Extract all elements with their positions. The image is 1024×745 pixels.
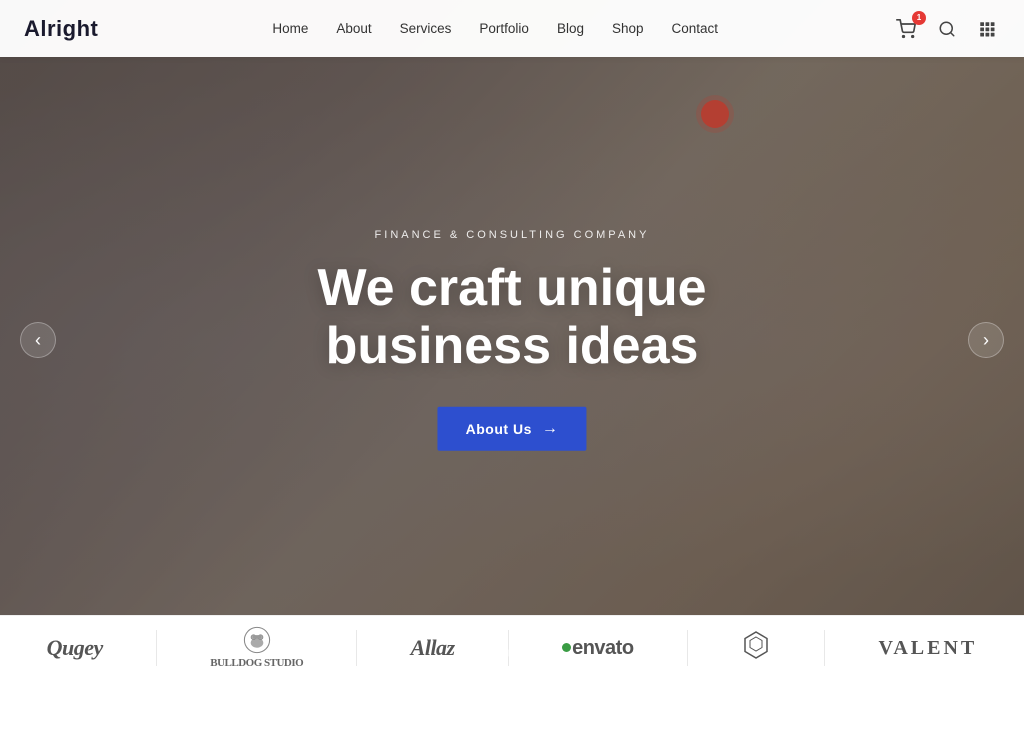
bulldog-icon xyxy=(243,626,271,654)
left-arrow-icon: ‹ xyxy=(35,330,41,351)
hero-prev-button[interactable]: ‹ xyxy=(20,322,56,358)
hero-content: Finance & Consulting Company We craft un… xyxy=(317,229,706,451)
hero-section: Finance & Consulting Company We craft un… xyxy=(0,0,1024,680)
nav-item-home[interactable]: Home xyxy=(272,20,308,38)
navbar-icons: 1 xyxy=(892,15,1000,43)
logo-separator-5 xyxy=(824,630,825,666)
hero-dot-1[interactable] xyxy=(487,648,497,658)
hero-dot-3[interactable] xyxy=(527,648,537,658)
nav-item-blog[interactable]: Blog xyxy=(557,20,584,38)
nav-item-shop[interactable]: Shop xyxy=(612,20,644,38)
hero-title-line1: We craft unique xyxy=(317,259,706,317)
grid-menu-button[interactable] xyxy=(974,16,1000,42)
right-arrow-icon: › xyxy=(983,330,989,351)
site-logo[interactable]: Alright xyxy=(24,16,98,42)
cart-button[interactable]: 1 xyxy=(892,15,920,43)
logo-separator-4 xyxy=(687,630,688,666)
logo-valent: VALENT xyxy=(879,637,978,660)
hero-dot-decoration xyxy=(701,100,729,128)
hero-cta-label: About Us xyxy=(466,421,532,437)
logo-bulldog: BULLDOG STUDIO xyxy=(210,626,303,670)
hero-cta-button[interactable]: About Us → xyxy=(438,407,587,451)
logo-hex xyxy=(741,630,771,667)
hero-slide-dots xyxy=(487,648,537,658)
hero-title-line2: business ideas xyxy=(326,317,699,375)
hero-dot-2[interactable] xyxy=(507,648,517,658)
logo-separator-1 xyxy=(156,630,157,666)
hex-logo-icon xyxy=(741,630,771,660)
navbar: Alright Home About Services Portfolio Bl… xyxy=(0,0,1024,57)
logo-qugey: Qugey xyxy=(47,635,103,661)
search-icon xyxy=(938,20,956,38)
nav-item-contact[interactable]: Contact xyxy=(672,20,719,38)
cart-icon-wrap[interactable]: 1 xyxy=(892,15,920,43)
red-dot xyxy=(701,100,729,128)
nav-item-services[interactable]: Services xyxy=(400,20,452,38)
hero-title: We craft unique business ideas xyxy=(317,259,706,375)
logo-separator-2 xyxy=(356,630,357,666)
envato-dot-icon xyxy=(562,643,571,652)
hero-next-button[interactable]: › xyxy=(968,322,1004,358)
hero-cta-arrow: → xyxy=(542,420,559,438)
logo-allaz: Allaz xyxy=(411,635,455,661)
hero-subtitle: Finance & Consulting Company xyxy=(317,229,706,241)
logo-envato: envato xyxy=(562,637,633,660)
search-button[interactable] xyxy=(934,16,960,42)
grid-icon xyxy=(978,20,996,38)
nav-item-about[interactable]: About xyxy=(336,20,371,38)
main-nav: Home About Services Portfolio Blog Shop … xyxy=(272,20,718,38)
cart-badge: 1 xyxy=(912,11,926,25)
nav-item-portfolio[interactable]: Portfolio xyxy=(479,20,529,38)
